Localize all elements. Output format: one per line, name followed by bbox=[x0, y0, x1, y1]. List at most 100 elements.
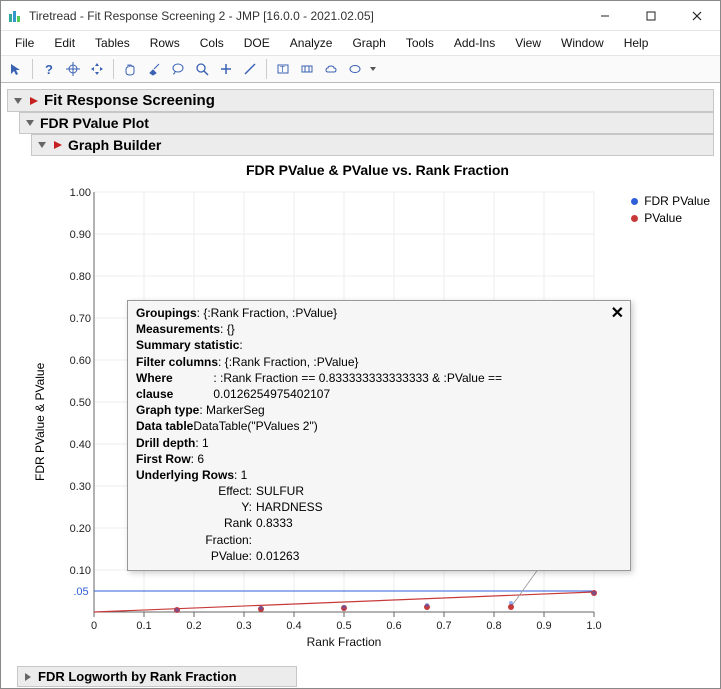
svg-text:1.0: 1.0 bbox=[586, 620, 601, 632]
svg-text:?: ? bbox=[45, 62, 53, 76]
hover-v: : :Rank Fraction == 0.833333333333333 & … bbox=[213, 370, 622, 402]
menu-analyze[interactable]: Analyze bbox=[282, 33, 341, 53]
section-fdr-pvalue-plot[interactable]: FDR PValue Plot bbox=[19, 112, 714, 134]
ref-line-label: .05 bbox=[73, 586, 88, 598]
hover-v: : bbox=[239, 337, 242, 353]
hotspot-icon[interactable] bbox=[52, 139, 64, 151]
hover-v: : {:Rank Fraction, :PValue} bbox=[218, 354, 359, 370]
svg-text:0.9: 0.9 bbox=[536, 620, 551, 632]
svg-text:0.60: 0.60 bbox=[70, 355, 91, 367]
menu-window[interactable]: Window bbox=[553, 33, 612, 53]
menu-tools[interactable]: Tools bbox=[398, 33, 442, 53]
hover-v: : {:Rank Fraction, :PValue} bbox=[197, 305, 338, 321]
section-title: Fit Response Screening bbox=[44, 92, 215, 109]
grab-icon[interactable] bbox=[119, 58, 141, 80]
menu-graph[interactable]: Graph bbox=[344, 33, 393, 53]
legend: FDR PValue PValue bbox=[631, 194, 710, 228]
hover-v: SULFUR bbox=[256, 483, 304, 499]
text-icon[interactable]: T bbox=[272, 58, 294, 80]
svg-text:0.8: 0.8 bbox=[486, 620, 501, 632]
disclose-down-icon[interactable] bbox=[12, 95, 24, 107]
svg-text:0.50: 0.50 bbox=[70, 397, 91, 409]
crosshair-icon[interactable] bbox=[62, 58, 84, 80]
legend-dot-icon bbox=[631, 198, 638, 205]
lasso-icon[interactable] bbox=[167, 58, 189, 80]
menu-view[interactable]: View bbox=[507, 33, 549, 53]
cloud-icon[interactable] bbox=[320, 58, 342, 80]
hotspot-icon[interactable] bbox=[28, 95, 40, 107]
menu-addins[interactable]: Add-Ins bbox=[446, 33, 503, 53]
svg-text:0.7: 0.7 bbox=[436, 620, 451, 632]
toolbar-separator bbox=[113, 59, 114, 79]
svg-text:0.90: 0.90 bbox=[70, 229, 91, 241]
hover-k: Y: bbox=[176, 499, 256, 515]
legend-label: FDR PValue bbox=[644, 194, 710, 208]
disclose-right-icon[interactable] bbox=[22, 671, 34, 683]
scroll-icon[interactable] bbox=[86, 58, 108, 80]
minimize-button[interactable] bbox=[582, 1, 628, 31]
hover-v: : 1 bbox=[195, 435, 208, 451]
menu-file[interactable]: File bbox=[7, 33, 42, 53]
legend-item-fdr[interactable]: FDR PValue bbox=[631, 194, 710, 208]
svg-text:0.10: 0.10 bbox=[70, 565, 91, 577]
menu-tables[interactable]: Tables bbox=[87, 33, 138, 53]
rect-icon[interactable] bbox=[296, 58, 318, 80]
hover-k: Filter columns bbox=[136, 354, 218, 370]
section-graph-builder[interactable]: Graph Builder bbox=[31, 134, 714, 156]
section-fit-response[interactable]: Fit Response Screening bbox=[7, 89, 714, 112]
svg-text:0.6: 0.6 bbox=[386, 620, 401, 632]
hover-k: Data table bbox=[136, 418, 193, 434]
svg-text:0.5: 0.5 bbox=[336, 620, 351, 632]
hover-k: Measurements bbox=[136, 321, 220, 337]
section-title: Graph Builder bbox=[68, 137, 161, 153]
legend-item-pvalue[interactable]: PValue bbox=[631, 211, 710, 225]
hover-v: : {} bbox=[220, 321, 235, 337]
svg-text:0.40: 0.40 bbox=[70, 439, 91, 451]
x-axis-label: Rank Fraction bbox=[307, 635, 382, 649]
hover-v: : MarkerSeg bbox=[199, 402, 264, 418]
svg-text:T: T bbox=[280, 65, 285, 74]
ellipse-icon[interactable] bbox=[344, 58, 366, 80]
titlebar: Tiretread - Fit Response Screening 2 - J… bbox=[1, 1, 720, 31]
legend-label: PValue bbox=[644, 211, 682, 225]
disclose-down-icon[interactable] bbox=[36, 139, 48, 151]
menu-edit[interactable]: Edit bbox=[46, 33, 83, 53]
svg-text:1.00: 1.00 bbox=[70, 187, 91, 199]
dropdown-icon[interactable] bbox=[368, 58, 378, 80]
window-title: Tiretread - Fit Response Screening 2 - J… bbox=[29, 9, 582, 23]
section-fdr-logworth[interactable]: FDR Logworth by Rank Fraction bbox=[17, 666, 297, 687]
maximize-button[interactable] bbox=[628, 1, 674, 31]
magnifier-icon[interactable] bbox=[191, 58, 213, 80]
content: Fit Response Screening FDR PValue Plot G… bbox=[1, 83, 720, 687]
svg-text:0: 0 bbox=[91, 620, 97, 632]
menu-doe[interactable]: DOE bbox=[236, 33, 278, 53]
menu-rows[interactable]: Rows bbox=[142, 33, 188, 53]
brush-icon[interactable] bbox=[143, 58, 165, 80]
section-title: FDR Logworth by Rank Fraction bbox=[38, 669, 237, 684]
svg-text:0.2: 0.2 bbox=[186, 620, 201, 632]
hover-v: HARDNESS bbox=[256, 499, 323, 515]
zoom-icon[interactable] bbox=[215, 58, 237, 80]
svg-text:0.4: 0.4 bbox=[286, 620, 301, 632]
svg-text:0.70: 0.70 bbox=[70, 313, 91, 325]
hover-k: Graph type bbox=[136, 402, 199, 418]
hover-k: Effect: bbox=[176, 483, 256, 499]
hover-k: Where clause bbox=[136, 370, 213, 402]
hover-k: Drill depth bbox=[136, 435, 195, 451]
disclose-down-icon[interactable] bbox=[24, 117, 36, 129]
menu-help[interactable]: Help bbox=[616, 33, 657, 53]
hover-k: Summary statistic bbox=[136, 337, 239, 353]
hover-v: 0.01263 bbox=[256, 548, 299, 564]
chart-area: FDR PValue & PValue vs. Rank Fraction FD… bbox=[31, 156, 714, 662]
help-icon[interactable]: ? bbox=[38, 58, 60, 80]
menu-cols[interactable]: Cols bbox=[192, 33, 232, 53]
plot-region[interactable]: 0.10 0.20 0.30 0.40 0.50 0.60 0.70 0.80 … bbox=[49, 182, 714, 662]
close-button[interactable] bbox=[674, 1, 720, 31]
arrow-tool-icon[interactable] bbox=[5, 58, 27, 80]
hover-k: First Row bbox=[136, 451, 191, 467]
line-icon[interactable] bbox=[239, 58, 261, 80]
toolbar: ? T bbox=[1, 56, 720, 83]
y-axis-label: FDR PValue & PValue bbox=[31, 182, 49, 662]
hover-v: : 1 bbox=[234, 467, 247, 483]
close-icon[interactable]: ✕ bbox=[611, 303, 624, 325]
